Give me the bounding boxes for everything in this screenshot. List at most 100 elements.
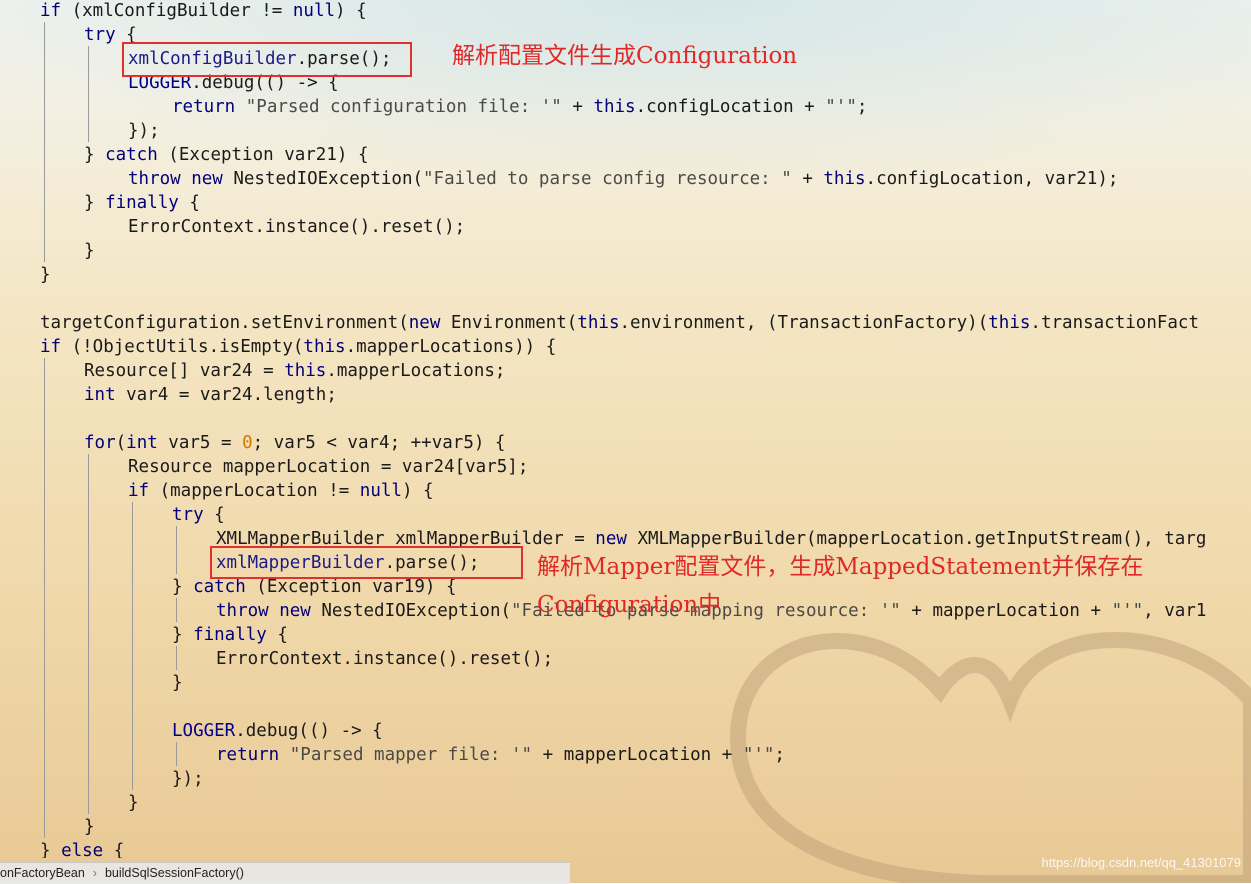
code-token: { [178,193,200,213]
code-token: if [40,337,62,357]
code-token: } [172,673,183,693]
code-line[interactable]: Resource mapperLocation = var24[var5]; [128,455,528,479]
code-token: + [791,169,824,189]
indent-guide [88,454,89,814]
code-token: ; [856,97,868,117]
code-token: "Parsed mapper file: '" [279,745,533,765]
code-token: .configLocation, var21); [865,169,1119,189]
indent-guide [44,22,45,262]
code-token: NestedIOException( [222,169,424,189]
code-token: XMLMapperBuilder(mapperLocation.getInput… [626,529,1207,549]
code-token: "Parsed configuration file: '" [235,97,562,117]
code-token: throw new [216,601,311,621]
code-token: ( [115,433,127,453]
code-token: Resource mapperLocation = var24[var5]; [128,457,529,477]
code-line[interactable]: ErrorContext.instance().reset(); [128,215,465,239]
code-line[interactable]: int var4 = var24.length; [84,383,337,407]
code-token: targetConfiguration.setEnvironment( [40,313,409,333]
code-token: } [40,841,62,858]
code-token: throw new [128,169,223,189]
code-line[interactable]: throw new NestedIOException("Failed to p… [128,167,1118,191]
breadcrumb-item-method[interactable]: buildSqlSessionFactory() [105,863,244,884]
code-token: finally [193,625,267,645]
code-token: this [823,169,866,189]
code-line[interactable]: if (xmlConfigBuilder != null) { [40,0,367,23]
code-token: ) { [335,1,367,21]
code-token: this [577,313,620,333]
code-token: 0 [242,433,253,453]
code-line[interactable]: return "Parsed mapper file: '" + mapperL… [216,743,785,767]
code-line[interactable]: targetConfiguration.setEnvironment(new E… [40,311,1199,335]
code-line[interactable]: if (!ObjectUtils.isEmpty(this.mapperLoca… [40,335,556,359]
code-token: "'" [825,97,857,117]
code-line[interactable]: ErrorContext.instance().reset(); [216,647,553,671]
breadcrumb-item-class[interactable]: onFactoryBean [0,863,85,884]
annotation-config-note: 解析配置文件生成Configuration [452,43,798,69]
code-line[interactable]: } [40,263,51,287]
code-token: (!ObjectUtils.isEmpty( [61,337,304,357]
code-line[interactable]: } finally { [84,191,200,215]
code-token: (mapperLocation != [149,481,360,501]
code-token: { [266,625,288,645]
breadcrumb-separator: › [92,866,97,880]
code-token: ErrorContext.instance().reset(); [128,217,466,237]
code-token: } [172,577,194,597]
code-token: null [292,1,336,21]
code-line[interactable]: } catch (Exception var21) { [84,143,368,167]
code-token: Environment( [440,313,578,333]
code-token: return [216,745,280,765]
code-token: int [84,385,116,405]
code-line[interactable]: } else { [40,839,124,858]
code-token: { [103,841,125,858]
code-token: } [128,793,139,813]
code-token: LOGGER [172,721,236,741]
code-token: this [303,337,346,357]
code-token: ; var5 < var4; ++var5) { [252,433,506,453]
code-token: var5 = [157,433,243,453]
code-token: ; [774,745,785,765]
breadcrumb: onFactoryBean › buildSqlSessionFactory() [0,862,570,884]
code-token: if [40,1,62,21]
code-line[interactable]: if (mapperLocation != null) { [128,479,434,503]
code-line[interactable]: return "Parsed configuration file: '" + … [172,95,867,119]
code-line[interactable]: } [172,671,183,695]
code-line[interactable]: } [84,815,95,839]
code-line[interactable]: LOGGER.debug(() -> { [172,719,383,743]
code-token: + [561,97,594,117]
code-token: "'" [1111,601,1144,621]
code-line[interactable]: try { [172,503,225,527]
indent-guide [44,358,45,838]
indent-guide [176,742,177,766]
indent-guide [176,598,177,622]
code-token: } [84,817,95,837]
code-token: .debug(() -> { [235,721,383,741]
code-token: if [128,481,150,501]
code-token: .transactionFact [1030,313,1199,333]
code-token: (Exception var19) { [245,577,457,597]
code-token: var4 = var24.length; [115,385,337,405]
code-line[interactable]: Resource[] var24 = this.mapperLocations; [84,359,505,383]
indent-guide [88,46,89,142]
code-line[interactable]: }); [128,119,160,143]
code-line[interactable]: for(int var5 = 0; var5 < var4; ++var5) { [84,431,505,455]
code-token: catch [105,145,158,165]
code-line[interactable]: } [84,239,95,263]
code-token: for [84,433,116,453]
highlight-box-xmlconfigbuilder-parse [122,42,412,77]
indent-guide [132,502,133,790]
code-line[interactable]: } finally { [172,623,288,647]
code-token: + mapperLocation + [532,745,743,765]
code-token: (Exception var21) { [157,145,369,165]
code-token: catch [193,577,246,597]
code-token: new [595,529,627,549]
code-token: ErrorContext.instance().reset(); [216,649,554,669]
code-token: } [84,193,106,213]
code-editor[interactable]: if (xmlConfigBuilder != null) {try {xmlC… [0,0,1251,858]
code-line[interactable]: } [128,791,139,815]
code-token: } [172,625,194,645]
code-token: try [172,505,204,525]
code-token: }); [128,121,160,141]
code-line[interactable]: }); [172,767,204,791]
code-token: this [284,361,327,381]
code-token: "'" [742,745,775,765]
